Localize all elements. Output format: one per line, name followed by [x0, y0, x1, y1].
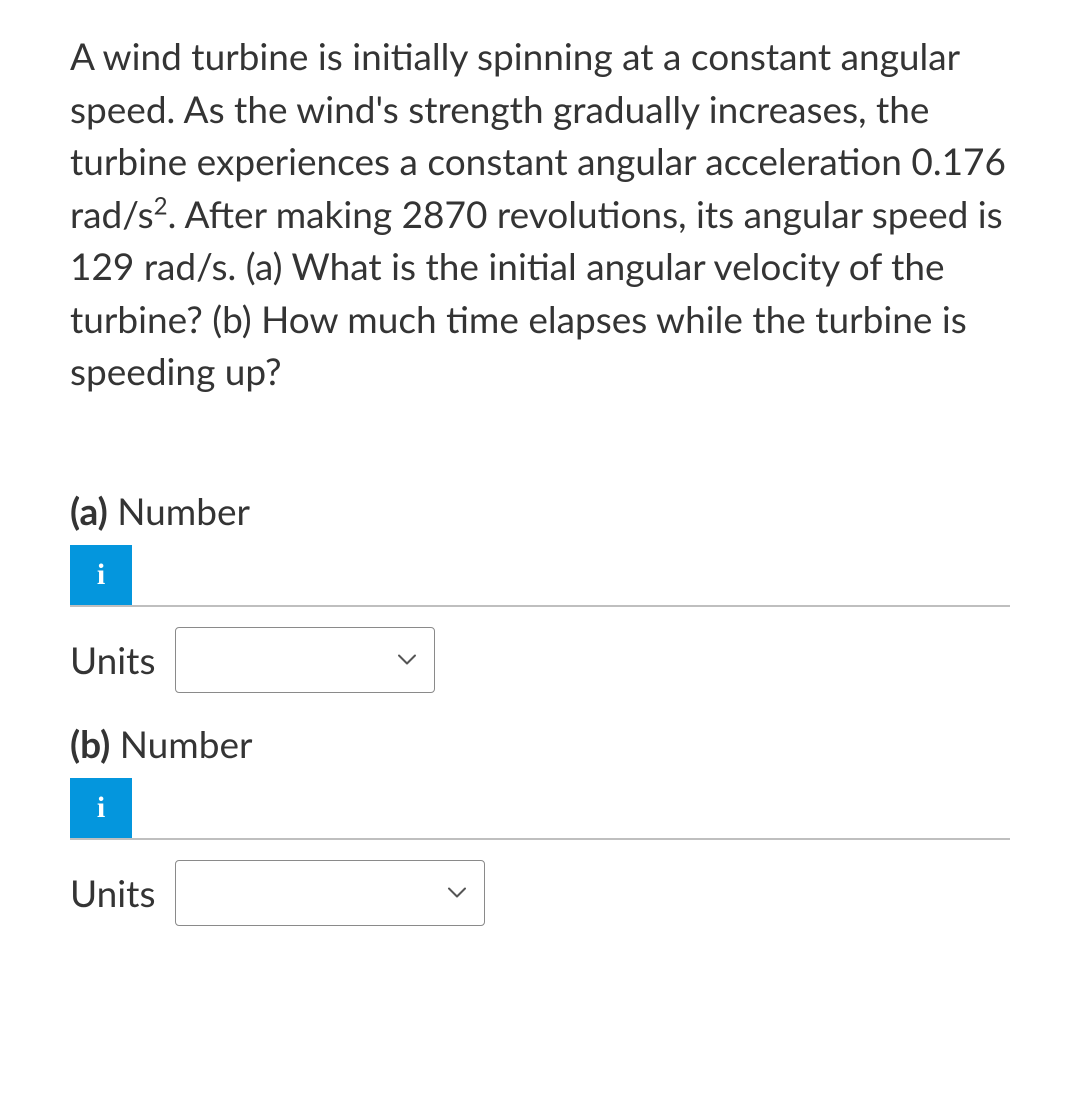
units-select-wrapper-a: [175, 627, 435, 693]
part-b-number-label: Number: [120, 721, 253, 766]
units-row-a: Units: [70, 627, 1010, 693]
question-text: A wind turbine is initially spinning at …: [70, 30, 1010, 398]
question-text-part-2: . After making 2870 revolutions, its ang…: [70, 191, 1003, 394]
part-b-prefix: (b): [70, 721, 110, 766]
answer-label-b: (b) Number: [70, 721, 1010, 766]
input-row-b: i: [70, 778, 1010, 840]
units-select-a[interactable]: [175, 627, 435, 693]
info-icon[interactable]: i: [70, 545, 132, 607]
number-input-a[interactable]: [132, 545, 1010, 607]
units-select-b[interactable]: [175, 860, 485, 926]
number-input-b[interactable]: [132, 778, 1010, 840]
units-select-wrapper-b: [175, 860, 485, 926]
part-a-number-label: Number: [117, 488, 250, 533]
info-icon[interactable]: i: [70, 778, 132, 840]
answer-label-a: (a) Number: [70, 488, 1010, 533]
input-row-a: i: [70, 545, 1010, 607]
part-a-prefix: (a): [70, 488, 108, 533]
answer-section-a: (a) Number i Units: [70, 488, 1010, 693]
answer-section-b: (b) Number i Units: [70, 721, 1010, 926]
units-row-b: Units: [70, 860, 1010, 926]
question-superscript: 2: [154, 191, 168, 220]
units-label-b: Units: [70, 870, 155, 915]
units-label-a: Units: [70, 637, 155, 682]
